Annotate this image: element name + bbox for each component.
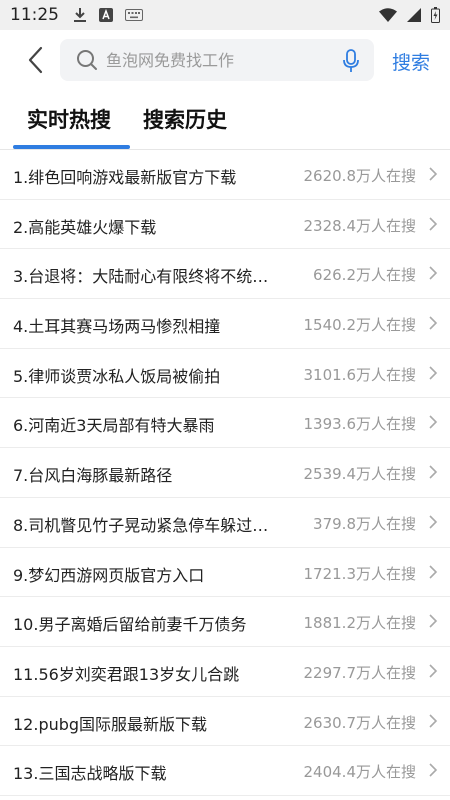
- tab-realtime-hot-search[interactable]: 实时热搜: [27, 104, 111, 134]
- notification-a-icon: [99, 8, 113, 22]
- list-item[interactable]: 11.56岁刘奕君跟13岁女儿合跳 2297.7万人在搜: [0, 647, 450, 697]
- status-time: 11:25: [10, 5, 59, 25]
- list-item[interactable]: 8.司机瞥见竹子晃动紧急停车躲过… 379.8万人在搜: [0, 498, 450, 548]
- chevron-right-icon: [429, 167, 438, 181]
- list-item-title: 8.司机瞥见竹子晃动紧急停车躲过…: [13, 515, 269, 535]
- status-notification-icons: [73, 7, 143, 23]
- list-item-count: 2328.4万人在搜: [303, 216, 417, 235]
- battery-icon: [431, 7, 440, 23]
- list-item-count: 626.2万人在搜: [313, 266, 416, 285]
- tab-bar: 实时热搜 搜索历史: [0, 90, 450, 150]
- search-header: 搜索: [0, 30, 450, 90]
- list-item-count: 2539.4万人在搜: [303, 465, 417, 484]
- chevron-right-icon: [429, 713, 438, 728]
- list-item-title: 9.梦幻西游网页版官方入口: [13, 565, 205, 585]
- list-item-title: 13.三国志战略版下载: [13, 764, 167, 784]
- list-item-title: 3.台退将：大陆耐心有限终将不统…: [13, 267, 269, 287]
- chevron-right-icon: [429, 217, 438, 231]
- search-icon: [77, 50, 97, 70]
- list-item-count: 1393.6万人在搜: [303, 415, 417, 434]
- signal-icon: [407, 8, 421, 22]
- status-system-icons: [379, 0, 440, 30]
- list-item-count: 1540.2万人在搜: [303, 316, 417, 335]
- search-box[interactable]: [60, 39, 374, 81]
- list-item[interactable]: 2.高能英雄火爆下载 2328.4万人在搜: [0, 200, 450, 250]
- search-input[interactable]: [106, 39, 326, 81]
- chevron-right-icon: [429, 266, 438, 280]
- list-item-count: 2404.4万人在搜: [303, 763, 417, 782]
- list-item[interactable]: 10.男子离婚后留给前妻千万债务 1881.2万人在搜: [0, 597, 450, 647]
- list-item-title: 12.pubg国际服最新版下载: [13, 714, 208, 734]
- search-button[interactable]: 搜索: [392, 48, 430, 75]
- chevron-right-icon: [429, 564, 438, 579]
- back-arrow-icon: [28, 46, 43, 74]
- status-bar: 11:25: [0, 0, 450, 30]
- list-item-title: 5.律师谈贾冰私人饭局被偷拍: [13, 366, 221, 386]
- microphone-icon[interactable]: [342, 49, 360, 73]
- tab-search-history[interactable]: 搜索历史: [143, 104, 227, 134]
- list-item[interactable]: 12.pubg国际服最新版下载 2630.7万人在搜: [0, 697, 450, 747]
- list-item-count: 2297.7万人在搜: [303, 663, 417, 682]
- list-item[interactable]: 13.三国志战略版下载 2404.4万人在搜: [0, 746, 450, 796]
- list-item-count: 2620.8万人在搜: [303, 167, 417, 185]
- keyboard-icon: [125, 9, 143, 21]
- list-item[interactable]: 3.台退将：大陆耐心有限终将不统… 626.2万人在搜: [0, 249, 450, 300]
- chevron-right-icon: [429, 415, 438, 430]
- list-item-count: 3101.6万人在搜: [303, 365, 417, 384]
- list-item-title: 1.绯色回响游戏最新版官方下载: [13, 168, 237, 187]
- list-item-count: 379.8万人在搜: [313, 514, 416, 533]
- hot-search-list: 1.绯色回响游戏最新版官方下载 2620.8万人在搜 2.高能英雄火爆下载 23…: [0, 150, 450, 796]
- chevron-right-icon: [429, 465, 438, 479]
- list-item[interactable]: 9.梦幻西游网页版官方入口 1721.3万人在搜: [0, 548, 450, 598]
- chevron-right-icon: [429, 515, 438, 529]
- back-button[interactable]: [18, 40, 52, 80]
- list-item-count: 1881.2万人在搜: [303, 614, 417, 633]
- list-item[interactable]: 5.律师谈贾冰私人饭局被偷拍 3101.6万人在搜: [0, 349, 450, 399]
- list-item-count: 1721.3万人在搜: [303, 564, 417, 583]
- list-item-title: 2.高能英雄火爆下载: [13, 217, 157, 237]
- chevron-right-icon: [429, 664, 438, 678]
- list-item[interactable]: 6.河南近3天局部有特大暴雨 1393.6万人在搜: [0, 398, 450, 449]
- chevron-right-icon: [429, 366, 438, 380]
- chevron-right-icon: [429, 316, 438, 330]
- chevron-right-icon: [429, 614, 438, 628]
- list-item-title: 4.土耳其赛马场两马惨烈相撞: [13, 317, 221, 337]
- list-item-title: 11.56岁刘奕君跟13岁女儿合跳: [13, 664, 240, 684]
- list-item[interactable]: 1.绯色回响游戏最新版官方下载 2620.8万人在搜: [0, 150, 450, 200]
- list-item[interactable]: 7.台风白海豚最新路径 2539.4万人在搜: [0, 448, 450, 498]
- list-item-count: 2630.7万人在搜: [303, 713, 417, 732]
- wifi-icon: [379, 8, 397, 22]
- list-item-title: 7.台风白海豚最新路径: [13, 466, 173, 486]
- list-item-title: 6.河南近3天局部有特大暴雨: [13, 416, 215, 436]
- download-icon: [73, 7, 87, 23]
- list-item[interactable]: 4.土耳其赛马场两马惨烈相撞 1540.2万人在搜: [0, 299, 450, 349]
- list-item-title: 10.男子离婚后留给前妻千万债务: [13, 615, 247, 635]
- chevron-right-icon: [429, 763, 438, 777]
